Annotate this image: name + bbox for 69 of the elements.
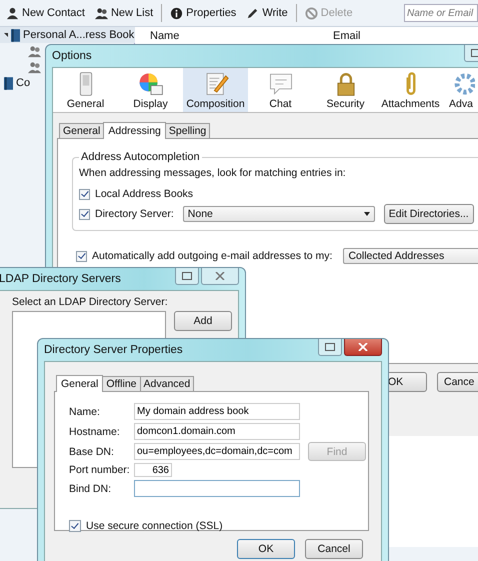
- field-label: Hostname:: [69, 426, 121, 438]
- text-field[interactable]: domcon1.domain.com: [134, 423, 300, 440]
- edit-directories-button[interactable]: Edit Directories...: [384, 204, 474, 224]
- checkbox-label: Use secure connection (SSL): [86, 520, 223, 532]
- toolbar-button[interactable]: Properties: [168, 4, 238, 22]
- book-icon: [11, 28, 20, 42]
- checkbox-label: Automatically add outgoing e-mail addresses to my:: [92, 250, 332, 262]
- tree-label: Co: [16, 77, 30, 89]
- info-icon: [170, 6, 184, 20]
- instruction-text: When addressing messages, look for matching entries in:: [79, 167, 347, 179]
- column-header[interactable]: Name: [135, 30, 318, 42]
- text-field[interactable]: My domain address book: [134, 403, 300, 420]
- close-icon: [358, 343, 368, 351]
- field-label: Name:: [69, 406, 101, 418]
- contacts-icon[interactable]: [28, 44, 41, 58]
- address-book-dropdown[interactable]: Collected Addresses: [343, 248, 478, 264]
- checkbox-label: Directory Server:: [95, 208, 174, 220]
- search-field[interactable]: Name or Email: [404, 4, 478, 22]
- restore-button[interactable]: [175, 268, 199, 285]
- contacts-icon[interactable]: [28, 60, 41, 74]
- prohibited-icon: [304, 6, 318, 20]
- field-label: Base DN:: [69, 446, 115, 458]
- toolbar-button[interactable]: New Contact: [4, 4, 87, 22]
- dialog-button[interactable]: OK: [237, 539, 295, 559]
- color-wheel-icon: [138, 71, 164, 97]
- tab[interactable]: General: [56, 375, 104, 392]
- restore-icon: [182, 272, 192, 280]
- dialog-button[interactable]: Cance: [437, 372, 478, 392]
- tree-item[interactable]: Co: [0, 75, 34, 91]
- add-button[interactable]: Add: [174, 311, 232, 331]
- text-field[interactable]: ou=employees,dc=domain,dc=com: [134, 443, 300, 460]
- restore-icon: [471, 49, 478, 57]
- text-field[interactable]: [134, 480, 300, 497]
- column-header[interactable]: Email: [318, 30, 361, 42]
- checkbox-label: Local Address Books: [95, 188, 194, 200]
- checkbox[interactable]: [76, 250, 87, 262]
- tree-label: Personal A...ress Book: [23, 29, 134, 41]
- restore-icon: [325, 343, 335, 351]
- pencil-icon: [246, 6, 260, 20]
- window-title: Directory Server Properties: [44, 344, 183, 356]
- list-label: Select an LDAP Directory Server:: [12, 296, 169, 308]
- window-title: LDAP Directory Servers: [0, 273, 121, 285]
- checkbox[interactable]: [69, 520, 81, 532]
- field-label: Bind DN:: [69, 482, 112, 494]
- restore-button[interactable]: [318, 339, 342, 356]
- field-label: Port number:: [69, 464, 131, 476]
- directory-dropdown[interactable]: None: [182, 206, 375, 222]
- text-field[interactable]: 636: [134, 463, 172, 477]
- close-icon: [215, 272, 225, 280]
- speech-bubble-icon: [268, 71, 294, 97]
- tab[interactable]: Advanced: [140, 376, 194, 391]
- preference-pane-tab[interactable]: Composition: [183, 68, 248, 112]
- contact-icon: [6, 6, 19, 20]
- checkbox[interactable]: [79, 188, 90, 200]
- tab[interactable]: Offline: [102, 376, 141, 391]
- dropdown-arrow-icon: [364, 212, 370, 216]
- dialog-button[interactable]: Cancel: [305, 539, 363, 559]
- toolbar-button[interactable]: Write: [244, 4, 290, 22]
- toolbar-button[interactable]: New List: [92, 4, 156, 22]
- tab[interactable]: Spelling: [164, 123, 210, 138]
- tab[interactable]: General: [59, 123, 104, 138]
- group-title: Address Autocompletion: [80, 151, 201, 163]
- contacts-icon: [94, 6, 108, 20]
- close-button[interactable]: [344, 339, 382, 356]
- tree-item[interactable]: Personal A...ress Book: [0, 27, 138, 43]
- window-title: Options: [52, 50, 92, 62]
- book-icon: [4, 76, 13, 90]
- checkbox[interactable]: [79, 208, 90, 220]
- tab[interactable]: Addressing: [103, 122, 166, 139]
